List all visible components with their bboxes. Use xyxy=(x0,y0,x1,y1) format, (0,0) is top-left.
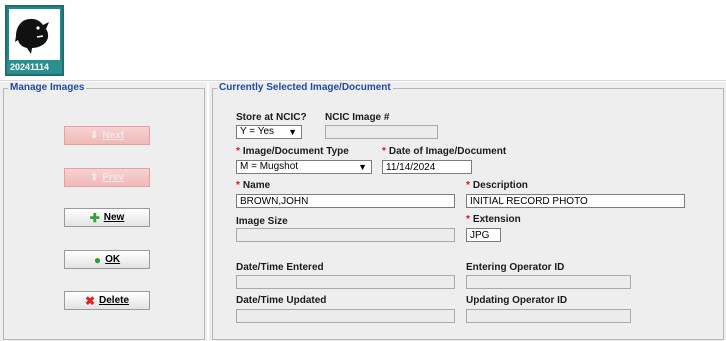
manage-images-legend: Manage Images xyxy=(8,82,87,93)
date-image-label: * Date of Image/Document xyxy=(382,146,507,157)
arrow-down-icon: ⬇ xyxy=(89,130,99,141)
required-asterisk: * xyxy=(382,146,386,157)
updating-operator-field[interactable] xyxy=(466,309,631,323)
new-button[interactable]: ✚ New xyxy=(64,208,150,227)
required-asterisk: * xyxy=(466,214,470,225)
next-button[interactable]: ⬇ Next xyxy=(64,126,150,145)
extension-label: * Extension xyxy=(466,214,521,225)
date-time-updated-label: Date/Time Updated xyxy=(236,295,327,306)
current-image-panel: Currently Selected Image/Document Store … xyxy=(209,82,726,341)
updating-operator-label: Updating Operator ID xyxy=(466,295,568,306)
ncic-image-label: NCIC Image # xyxy=(325,112,390,123)
date-image-field[interactable]: 11/14/2024 xyxy=(382,160,472,174)
check-icon: ● xyxy=(93,252,102,267)
current-image-legend: Currently Selected Image/Document xyxy=(217,82,393,93)
required-asterisk: * xyxy=(466,180,470,191)
entering-operator-field[interactable] xyxy=(466,275,631,289)
image-thumbnail[interactable]: 20241114 xyxy=(5,5,64,76)
shark-logo-icon xyxy=(9,9,60,61)
description-field[interactable]: INITIAL RECORD PHOTO xyxy=(466,194,685,208)
date-time-entered-label: Date/Time Entered xyxy=(236,262,324,273)
entering-operator-label: Entering Operator ID xyxy=(466,262,565,273)
chevron-down-icon: ▼ xyxy=(358,162,367,172)
thumbnail-date-label: 20241114 xyxy=(7,60,62,74)
delete-button[interactable]: ✖ Delete xyxy=(64,291,150,310)
store-at-ncic-label: Store at NCIC? xyxy=(236,112,307,123)
store-at-ncic-select[interactable]: Y = Yes ▼ xyxy=(236,125,302,139)
required-asterisk: * xyxy=(236,146,240,157)
name-label: * Name xyxy=(236,180,271,191)
arrow-up-icon: ⬆ xyxy=(89,172,99,183)
date-time-updated-field[interactable] xyxy=(236,309,455,323)
thumbnail-strip: 20241114 xyxy=(0,0,726,81)
x-icon: ✖ xyxy=(84,293,96,308)
extension-field[interactable]: JPG xyxy=(466,228,501,242)
name-field[interactable]: BROWN,JOHN xyxy=(236,194,455,208)
required-asterisk: * xyxy=(236,180,240,191)
image-size-field[interactable] xyxy=(236,228,455,242)
date-time-entered-field[interactable] xyxy=(236,275,455,289)
ok-button[interactable]: ● OK xyxy=(64,250,150,269)
plus-icon: ✚ xyxy=(89,210,100,225)
chevron-down-icon: ▼ xyxy=(288,127,297,137)
image-type-label: * Image/Document Type xyxy=(236,146,349,157)
ncic-image-field[interactable] xyxy=(325,125,438,139)
image-type-select[interactable]: M = Mugshot ▼ xyxy=(236,160,372,174)
description-label: * Description xyxy=(466,180,528,191)
manage-images-panel: Manage Images ⬇ Next ⬆ Prev ✚ New ● OK ✖… xyxy=(0,82,207,341)
image-size-label: Image Size xyxy=(236,216,288,227)
prev-button[interactable]: ⬆ Prev xyxy=(64,168,150,187)
